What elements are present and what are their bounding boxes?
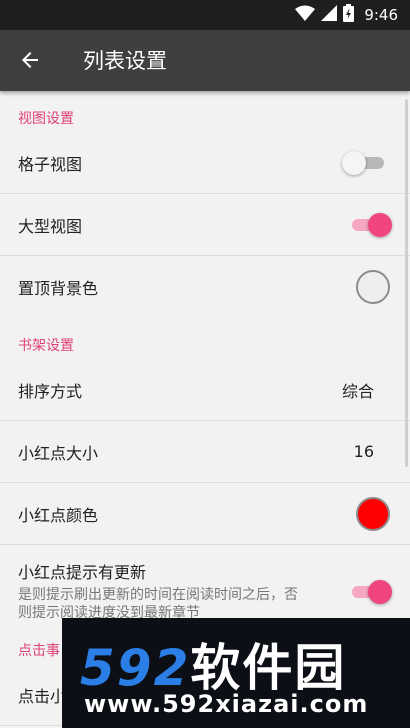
app-bar: 列表设置 — [0, 30, 410, 91]
watermark-logo-number: 592 — [80, 639, 191, 697]
sort-label: 排序方式 — [18, 381, 83, 401]
large-view-row[interactable]: 大型视图 — [0, 194, 410, 256]
back-arrow-icon[interactable] — [18, 48, 46, 72]
section-header-view: 视图设置 — [18, 111, 74, 127]
dot-update-description: 是则提示刷出更新的时间在阅读时间之后，否则提示阅读进度没到最新章节 — [18, 587, 298, 621]
top-bg-color-swatch[interactable] — [356, 270, 390, 304]
dot-size-row[interactable]: 小红点大小 16 — [0, 421, 410, 483]
grid-view-row[interactable]: 格子视图 — [0, 132, 410, 194]
wifi-icon — [295, 5, 316, 25]
sort-value: 综合 — [341, 381, 374, 401]
watermark-overlay: 592软件园 www.592xiazai.com — [62, 618, 410, 728]
dot-update-switch[interactable] — [348, 580, 392, 604]
scrollbar[interactable] — [405, 99, 408, 467]
dot-update-row[interactable]: 小红点提示有更新 是则提示刷出更新的时间在阅读时间之后，否则提示阅读进度没到最新… — [0, 545, 410, 623]
status-icons: 9:46 — [295, 4, 398, 26]
battery-icon — [343, 4, 355, 26]
dot-color-swatch[interactable] — [356, 496, 390, 531]
watermark-url: www.592xiazai.com — [84, 690, 369, 718]
large-view-switch[interactable] — [348, 212, 392, 237]
switch-thumb — [342, 150, 366, 175]
switch-thumb — [368, 580, 392, 604]
sort-row[interactable]: 排序方式 综合 — [0, 359, 410, 421]
watermark-logo-text: 软件园 — [190, 639, 347, 697]
page-title: 列表设置 — [83, 49, 167, 73]
dot-color-row[interactable]: 小红点颜色 — [0, 483, 410, 545]
top-bg-color-row[interactable]: 置顶背景色 — [0, 256, 410, 318]
grid-view-switch[interactable] — [342, 150, 388, 175]
grid-view-label: 格子视图 — [18, 154, 83, 174]
switch-thumb — [368, 212, 392, 237]
signal-icon — [321, 5, 338, 25]
large-view-label: 大型视图 — [18, 216, 83, 236]
dot-size-label: 小红点大小 — [18, 443, 99, 463]
dot-update-label: 小红点提示有更新 — [18, 563, 147, 582]
top-bg-color-label: 置顶背景色 — [18, 279, 99, 298]
status-time: 9:46 — [364, 6, 398, 24]
status-bar: 9:46 — [0, 0, 410, 30]
click-row-label: 点击小 — [18, 686, 67, 706]
dot-color-label: 小红点颜色 — [18, 505, 99, 525]
section-header-shelf: 书架设置 — [18, 338, 74, 354]
dot-size-value: 16 — [353, 442, 374, 461]
